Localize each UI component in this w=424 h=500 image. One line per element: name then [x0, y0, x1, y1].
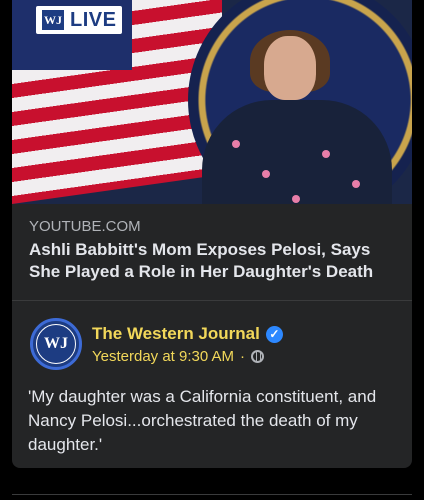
page-name[interactable]: The Western Journal ✓ [92, 324, 283, 344]
live-badge: WJ LIVE [36, 6, 123, 34]
jacket-shape [202, 100, 392, 204]
globe-icon [251, 350, 265, 363]
shared-post-card[interactable]: WJ LIVE YOUTUBE.COM Ashli Babbitt's Mom … [12, 0, 412, 468]
avatar-initials: WJ [36, 324, 76, 364]
divider [12, 300, 412, 301]
link-preview[interactable]: YOUTUBE.COM Ashli Babbitt's Mom Exposes … [29, 218, 399, 283]
bottom-divider [12, 494, 412, 495]
verified-badge-icon: ✓ [265, 325, 283, 343]
page-name-text[interactable]: The Western Journal [92, 324, 260, 344]
link-title[interactable]: Ashli Babbitt's Mom Exposes Pelosi, Says… [29, 239, 399, 283]
head-shape [264, 36, 316, 100]
avatar[interactable]: WJ [30, 318, 82, 370]
post-meta: Yesterday at 9:30 AM · [92, 348, 265, 365]
link-domain: YOUTUBE.COM [29, 218, 141, 235]
meta-separator: · [240, 348, 246, 365]
post-text: 'My daughter was a California constituen… [28, 387, 377, 454]
video-thumbnail[interactable]: WJ LIVE [12, 0, 412, 204]
live-label: LIVE [70, 8, 117, 31]
speaker-image [202, 30, 392, 204]
post-timestamp[interactable]: Yesterday at 9:30 AM [92, 348, 234, 365]
wj-logo: WJ [42, 10, 64, 30]
